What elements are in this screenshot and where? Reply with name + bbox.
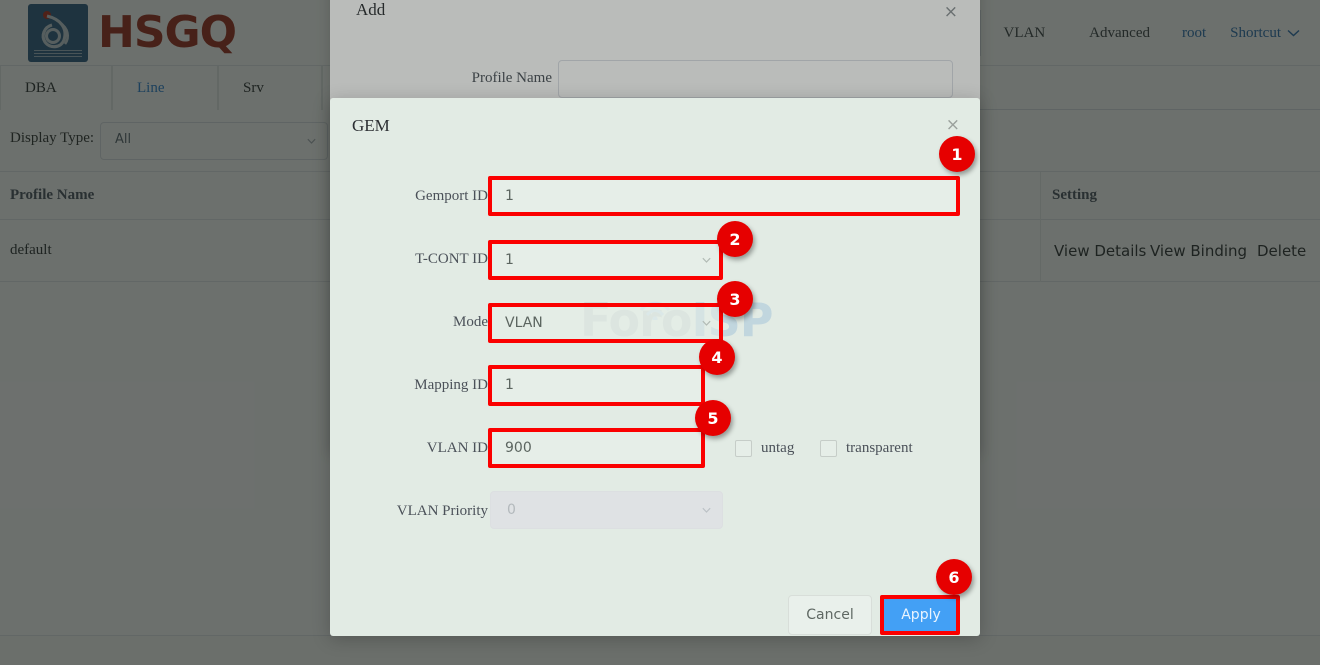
checkbox-box-untag[interactable]	[735, 440, 752, 457]
gemport-id-value: 1	[505, 188, 514, 204]
gem-dialog-title: GEM	[352, 116, 390, 136]
close-icon[interactable]: ×	[946, 117, 960, 134]
mapping-id-input[interactable]: 1	[488, 365, 705, 405]
annotation-badge-6: 6	[936, 559, 972, 595]
transparent-label: transparent	[846, 440, 913, 457]
mapping-id-value: 1	[505, 377, 514, 393]
mode-select[interactable]: VLAN	[488, 303, 723, 343]
gemport-id-label: Gemport ID	[338, 188, 488, 205]
untag-label: untag	[761, 440, 794, 457]
tcont-id-select[interactable]: 1	[488, 240, 723, 280]
mapping-id-label: Mapping ID	[338, 377, 488, 394]
chevron-down-icon	[701, 255, 712, 266]
vlan-id-input[interactable]: 900	[488, 428, 705, 468]
chevron-down-icon	[701, 505, 712, 516]
vlan-id-value: 900	[505, 440, 532, 456]
untag-checkbox[interactable]: untag	[735, 440, 794, 457]
mode-label: Mode	[338, 314, 488, 331]
cancel-button[interactable]: Cancel	[788, 595, 872, 635]
annotation-badge-4: 4	[699, 339, 735, 375]
annotation-badge-3: 3	[717, 281, 753, 317]
apply-button[interactable]: Apply	[882, 595, 960, 635]
annotation-badge-1: 1	[939, 136, 975, 172]
tcont-id-label: T-CONT ID	[338, 251, 488, 268]
vlan-id-label: VLAN ID	[338, 440, 488, 457]
annotation-badge-2: 2	[717, 221, 753, 257]
vlan-priority-label: VLAN Priority	[338, 503, 488, 520]
chevron-down-icon	[701, 318, 712, 329]
annotation-badge-5: 5	[695, 400, 731, 436]
gem-dialog: GEM × ForoISP Gemport ID 1 T-CONT ID 1 M…	[330, 98, 980, 636]
checkbox-box-transparent[interactable]	[820, 440, 837, 457]
vlan-priority-select: 0	[490, 491, 723, 529]
mode-value: VLAN	[505, 315, 543, 331]
vlan-priority-value: 0	[507, 502, 516, 518]
gemport-id-input[interactable]: 1	[488, 176, 960, 216]
tcont-id-value: 1	[505, 252, 514, 268]
transparent-checkbox[interactable]: transparent	[820, 440, 913, 457]
